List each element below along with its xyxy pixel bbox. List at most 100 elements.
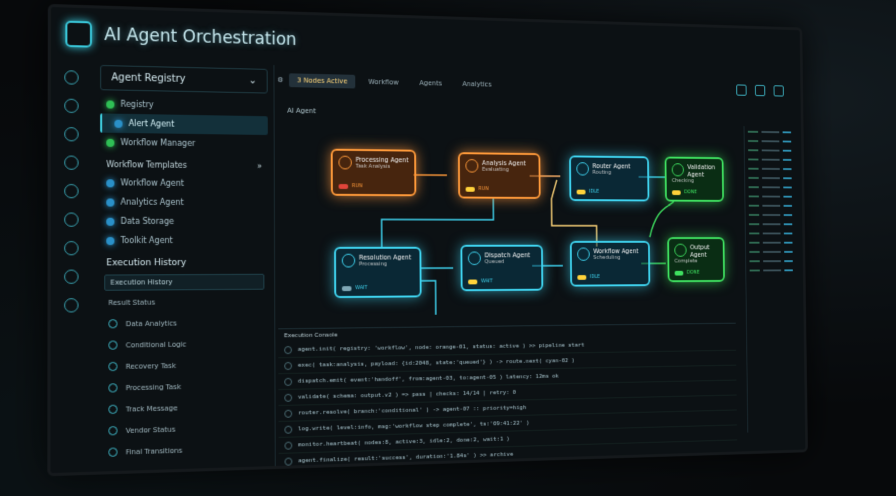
template-icon: [106, 236, 115, 245]
status-pill: [341, 285, 352, 291]
template-icon: [106, 217, 115, 226]
templates-section-header[interactable]: Workflow Templates »: [94, 152, 274, 175]
metric-row: [746, 237, 796, 246]
agent-icon: [674, 243, 687, 257]
tab-agents[interactable]: Agents: [412, 76, 450, 90]
status-dot-icon: [114, 119, 123, 128]
agents-icon[interactable]: [64, 98, 79, 114]
agent-node[interactable]: Resolution Agent Processing WAIT: [334, 246, 422, 299]
breadcrumb[interactable]: AI Agent: [287, 107, 316, 115]
metric-row: [745, 163, 795, 173]
history-item[interactable]: Final Transitions: [94, 437, 275, 463]
toolbar-actions: [736, 84, 800, 97]
status-pill: [674, 270, 684, 276]
log-text: agent.finalize( result:'success', durati…: [298, 450, 514, 465]
tools-icon[interactable]: [64, 241, 79, 256]
template-label: Analytics Agent: [120, 197, 184, 207]
log-text: agent.init( registry: 'workflow', node: …: [297, 341, 585, 353]
sidebar-item-label: Registry: [120, 99, 154, 110]
template-item[interactable]: Workflow Agent: [94, 173, 274, 193]
template-item[interactable]: Analytics Agent: [94, 192, 274, 212]
monitor-screen: AI Agent Orchestration Agent Registry ⌄ …: [47, 3, 808, 477]
info-icon[interactable]: [64, 298, 79, 313]
settings-icon[interactable]: [64, 155, 79, 170]
window-icon[interactable]: [736, 84, 747, 96]
network-icon[interactable]: [64, 183, 79, 199]
metric-row: [746, 246, 796, 255]
history-item-icon: [108, 447, 118, 457]
log-text: monitor.heartbeat( nodes:8, active:3, id…: [298, 435, 510, 449]
log-row-icon: [284, 457, 293, 466]
history-label: Result Status: [94, 292, 274, 314]
user-icon[interactable]: [773, 85, 784, 97]
workflow-icon[interactable]: [64, 127, 79, 142]
agent-registry-dropdown[interactable]: Agent Registry ⌄: [100, 64, 268, 94]
tab-workflow[interactable]: Workflow: [361, 75, 407, 90]
log-text: dispatch.emit( event:'handoff', from:age…: [297, 372, 559, 385]
node-subtitle: Queued: [484, 259, 505, 266]
history-icon[interactable]: [64, 212, 79, 227]
section-title: Execution History: [106, 258, 187, 269]
metric-row: [745, 200, 795, 209]
agent-node[interactable]: Validation Agent Checking DONE: [664, 156, 724, 202]
template-item[interactable]: Toolkit Agent: [94, 231, 274, 250]
grid-icon[interactable]: ⚙: [277, 76, 283, 84]
agent-node[interactable]: Router Agent Routing IDLE: [569, 155, 650, 202]
workflow-canvas[interactable]: Processing Agent Task Analysis RUN Analy…: [278, 118, 736, 316]
home-icon[interactable]: [64, 70, 79, 85]
tab-nodes-active[interactable]: 3 Nodes Active: [289, 73, 356, 89]
sidebar-item-workflow-manager[interactable]: Workflow Manager: [94, 133, 274, 154]
node-subtitle: Checking: [671, 178, 694, 184]
log-text: router.resolve( branch:'conditional' ) -…: [297, 404, 527, 417]
agent-node[interactable]: Dispatch Agent Queued WAIT: [460, 244, 544, 292]
log-row-icon: [284, 377, 293, 386]
log-text: validate( schema: output.v2 ) => pass | …: [297, 388, 517, 401]
history-filter-select[interactable]: Execution History: [104, 273, 265, 291]
agent-node[interactable]: Workflow Agent Scheduling IDLE: [569, 240, 651, 287]
grid-view-icon[interactable]: [754, 84, 766, 97]
connector-line: [381, 198, 493, 247]
log-row-icon: [284, 441, 293, 450]
history-item-label: Conditional Logic: [125, 340, 187, 350]
history-item-label: Recovery Task: [125, 361, 177, 371]
log-row-icon: [284, 393, 293, 402]
node-subtitle: Scheduling: [593, 255, 621, 261]
sidebar-item-alert-agent[interactable]: Alert Agent: [100, 113, 268, 136]
node-status: RUN: [465, 186, 489, 192]
analytics-icon[interactable]: [64, 269, 79, 284]
status-pill: [468, 279, 478, 284]
node-subtitle: Routing: [592, 169, 612, 176]
metric-row: [745, 209, 795, 218]
template-item[interactable]: Data Storage: [94, 212, 274, 231]
agent-icon: [671, 163, 684, 177]
agent-node[interactable]: Processing Agent Task Analysis RUN: [330, 148, 417, 197]
status-dot-icon: [106, 99, 115, 109]
metric-row: [746, 228, 796, 237]
node-subtitle: Processing: [359, 261, 387, 268]
log-row-icon: [284, 361, 293, 370]
agent-node[interactable]: Output Agent Complete DONE: [667, 237, 725, 283]
history-item[interactable]: Data Analytics: [94, 311, 274, 334]
history-item-icon: [108, 404, 118, 415]
connector-line: [422, 281, 436, 315]
log-text: exec( task:analysis, payload: {id:2048, …: [297, 357, 575, 369]
status-pill: [338, 183, 349, 189]
node-status: DONE: [671, 189, 697, 195]
history-item[interactable]: Conditional Logic: [94, 332, 274, 356]
status-pill: [671, 189, 681, 195]
tab-analytics[interactable]: Analytics: [455, 77, 499, 91]
node-status: DONE: [674, 270, 700, 276]
collapse-icon: »: [257, 161, 263, 171]
node-status: IDLE: [577, 274, 600, 280]
status-text: RUN: [351, 183, 363, 190]
sidebar: Agent Registry ⌄ Registry Alert Agent Wo…: [93, 60, 276, 472]
agent-node[interactable]: Analysis Agent Evaluating RUN: [457, 152, 541, 199]
status-dot-icon: [106, 138, 115, 147]
app-logo-icon: [65, 20, 92, 48]
history-item-icon: [108, 340, 118, 350]
node-status: WAIT: [468, 278, 493, 284]
execution-console: Execution Console agent.init( registry: …: [278, 322, 738, 470]
log-text: log.write( level:info, msg:'workflow ste…: [298, 419, 530, 433]
history-item-label: Final Transitions: [125, 446, 183, 456]
log-row-icon: [284, 425, 293, 434]
